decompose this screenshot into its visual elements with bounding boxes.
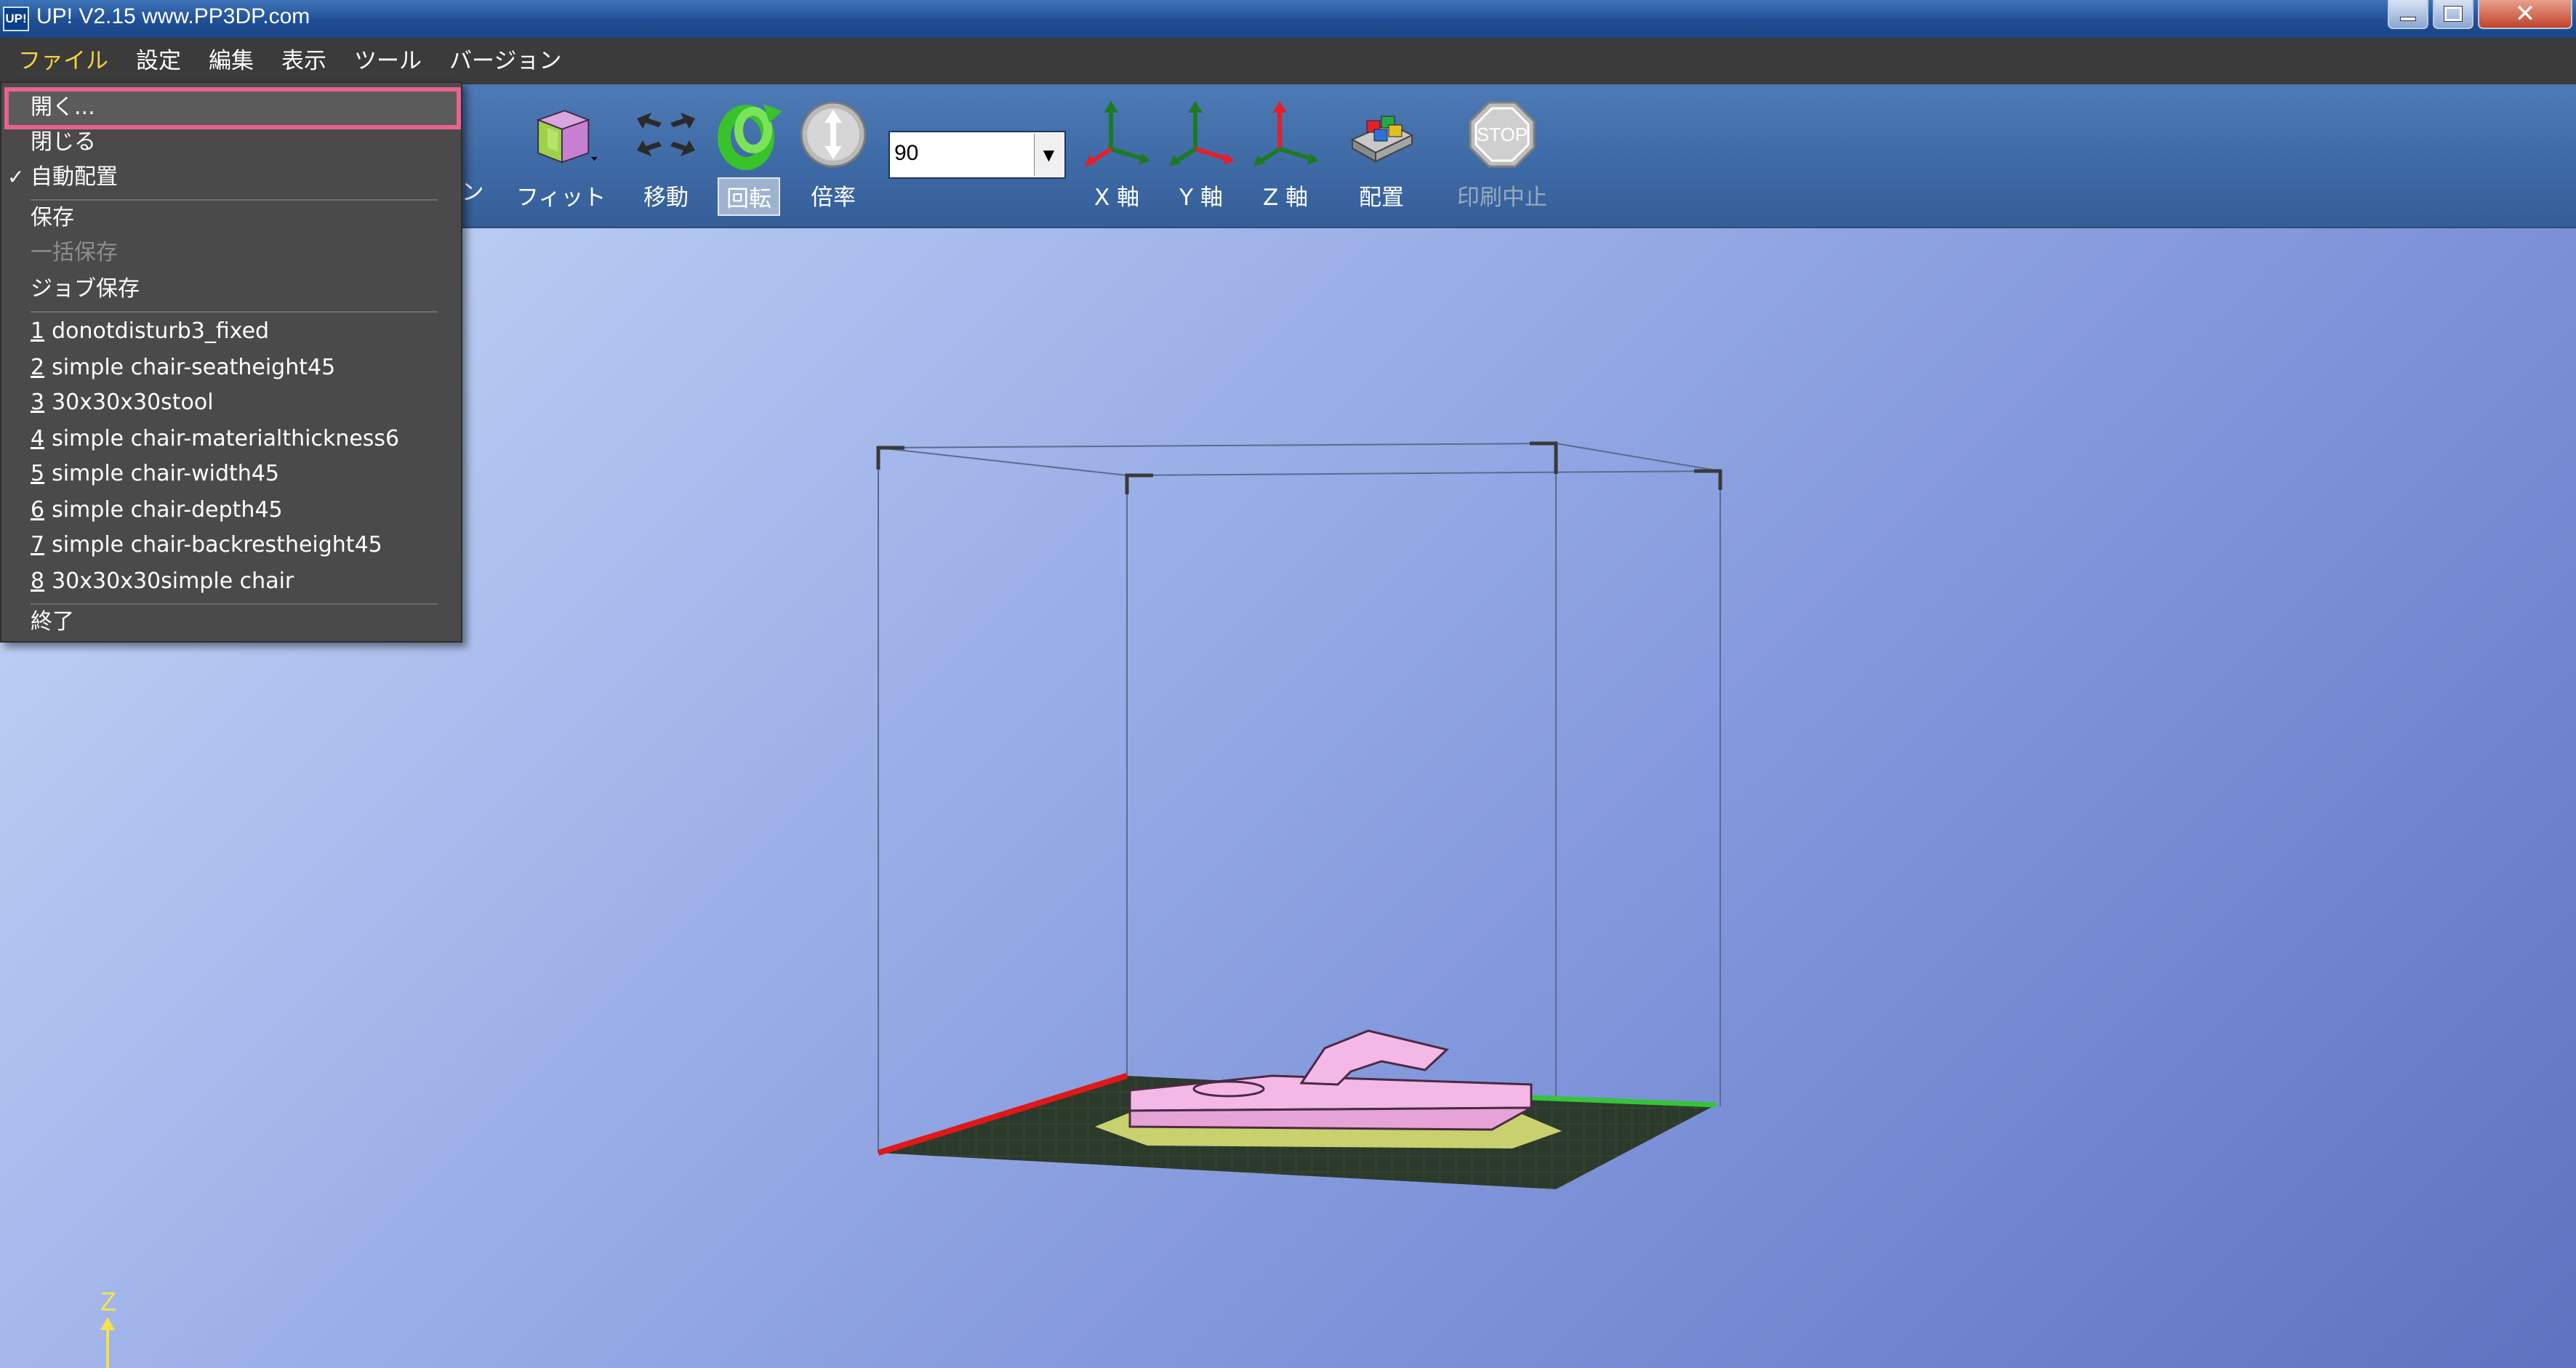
menu-edit[interactable]: 編集 <box>195 38 268 84</box>
z-axis-tool[interactable]: Z 軸 <box>1249 94 1322 218</box>
menu-view[interactable]: 表示 <box>268 38 340 84</box>
rotate-label: 回転 <box>718 177 780 216</box>
scale-icon <box>797 94 870 174</box>
stop-print-tool[interactable]: STOP 印刷中止 <box>1450 94 1554 218</box>
menu-auto-place[interactable]: ✓ 自動配置 <box>1 160 461 195</box>
menu-exit[interactable]: 終了 <box>1 605 461 640</box>
menu-job-save[interactable]: ジョブ保存 <box>1 272 461 307</box>
z-axis-indicator-label: Z <box>100 1287 116 1316</box>
fit-label: フィット <box>516 185 606 211</box>
rotate-tool[interactable]: 回転 <box>713 94 785 218</box>
recent-file-number: 5 <box>31 461 45 486</box>
menu-close[interactable]: 閉じる <box>1 125 461 160</box>
checkmark-icon: ✓ <box>7 165 25 189</box>
place-tool[interactable]: 配置 <box>1345 94 1418 218</box>
y-axis-tool[interactable]: Y 軸 <box>1165 94 1237 218</box>
recent-file-name: simple chair-depth45 <box>52 497 283 523</box>
recent-file-number: 6 <box>31 497 45 523</box>
maximize-icon <box>2444 6 2463 22</box>
recent-file-name: 30x30x30stool <box>52 390 214 415</box>
recent-file-name: simple chair-backrestheight45 <box>52 532 382 558</box>
close-icon: ✕ <box>2514 0 2536 28</box>
recent-file-name: simple chair-width45 <box>52 461 279 486</box>
recent-file-number: 8 <box>31 568 45 594</box>
recent-file-3[interactable]: 3 30x30x30stool <box>1 385 461 420</box>
recent-file-name: donotdisturb3_fixed <box>52 318 270 344</box>
recent-file-5[interactable]: 5 simple chair-width45 <box>1 456 461 491</box>
box-corner-marks <box>876 441 1722 494</box>
recent-file-4[interactable]: 4 simple chair-materialthickness6 <box>1 422 461 456</box>
menu-save-all: 一括保存 <box>31 240 118 265</box>
rotation-angle-value: 90 <box>894 141 919 165</box>
fit-tool[interactable]: フィット <box>509 94 613 218</box>
menu-separator <box>31 311 438 313</box>
close-button[interactable]: ✕ <box>2478 0 2572 29</box>
fit-icon <box>525 94 598 174</box>
menu-auto-place-label: 自動配置 <box>31 164 118 190</box>
stop-icon: STOP <box>1466 94 1538 174</box>
z-axis-indicator: Z <box>100 1287 121 1368</box>
recent-file-name: 30x30x30simple chair <box>52 568 294 594</box>
scale-label: 倍率 <box>811 185 856 211</box>
y-axis-label: Y 軸 <box>1179 185 1223 211</box>
move-icon <box>630 94 702 174</box>
x-axis-label: X 軸 <box>1094 185 1140 211</box>
z-axis-label: Z 軸 <box>1262 185 1309 211</box>
x-axis-icon <box>1080 94 1153 174</box>
rotate-icon <box>713 94 785 174</box>
menu-save[interactable]: 保存 <box>1 201 461 236</box>
z-axis-arrow-icon <box>100 1317 115 1368</box>
move-tool[interactable]: 移動 <box>630 94 702 218</box>
move-label: 移動 <box>643 185 689 211</box>
menu-file[interactable]: ファイル <box>4 38 122 84</box>
stop-print-label: 印刷中止 <box>1457 185 1547 211</box>
recent-file-name: simple chair-materialthickness6 <box>52 426 400 451</box>
recent-file-number: 1 <box>31 318 45 344</box>
menu-version[interactable]: バージョン <box>436 38 575 84</box>
minimize-icon <box>2400 17 2416 21</box>
scale-tool[interactable]: 倍率 <box>797 94 870 218</box>
place-icon <box>1345 94 1418 174</box>
maximize-button[interactable] <box>2433 0 2473 29</box>
recent-file-1[interactable]: 1 donotdisturb3_fixed <box>1 314 461 349</box>
recent-file-number: 7 <box>31 532 45 558</box>
title-bar: UP! UP! V2.15 www.PP3DP.com ✕ <box>0 0 2576 38</box>
menu-open[interactable]: 開く... <box>1 90 461 125</box>
app-icon: UP! <box>3 7 29 31</box>
recent-file-7[interactable]: 7 simple chair-backrestheight45 <box>1 528 461 563</box>
z-axis-icon <box>1249 94 1322 174</box>
place-label: 配置 <box>1359 185 1404 211</box>
rotation-angle-combo[interactable]: 90 ▼ <box>888 131 1066 179</box>
recent-file-2[interactable]: 2 simple chair-seatheight45 <box>1 350 461 385</box>
x-axis-tool[interactable]: X 軸 <box>1080 94 1153 218</box>
recent-file-8[interactable]: 8 30x30x30simple chair <box>1 564 461 599</box>
minimize-button[interactable] <box>2388 0 2428 29</box>
recent-file-number: 4 <box>31 426 45 451</box>
recent-file-name: simple chair-seatheight45 <box>52 355 336 380</box>
stop-icon-text: STOP <box>1477 124 1528 145</box>
window-title: UP! V2.15 www.PP3DP.com <box>36 4 310 28</box>
menu-bar: ファイル 設定 編集 表示 ツール バージョン <box>0 38 2576 84</box>
recent-file-number: 3 <box>31 390 45 415</box>
chevron-down-icon[interactable]: ▼ <box>1034 134 1063 176</box>
recent-file-6[interactable]: 6 simple chair-depth45 <box>1 493 461 528</box>
recent-file-number: 2 <box>31 355 45 380</box>
file-menu-dropdown: 開く... 閉じる ✓ 自動配置 保存 一括保存 ジョブ保存 1 donotdis… <box>0 81 462 643</box>
menu-settings[interactable]: 設定 <box>122 38 195 84</box>
menu-tools[interactable]: ツール <box>340 38 436 84</box>
y-axis-icon <box>1165 94 1237 174</box>
